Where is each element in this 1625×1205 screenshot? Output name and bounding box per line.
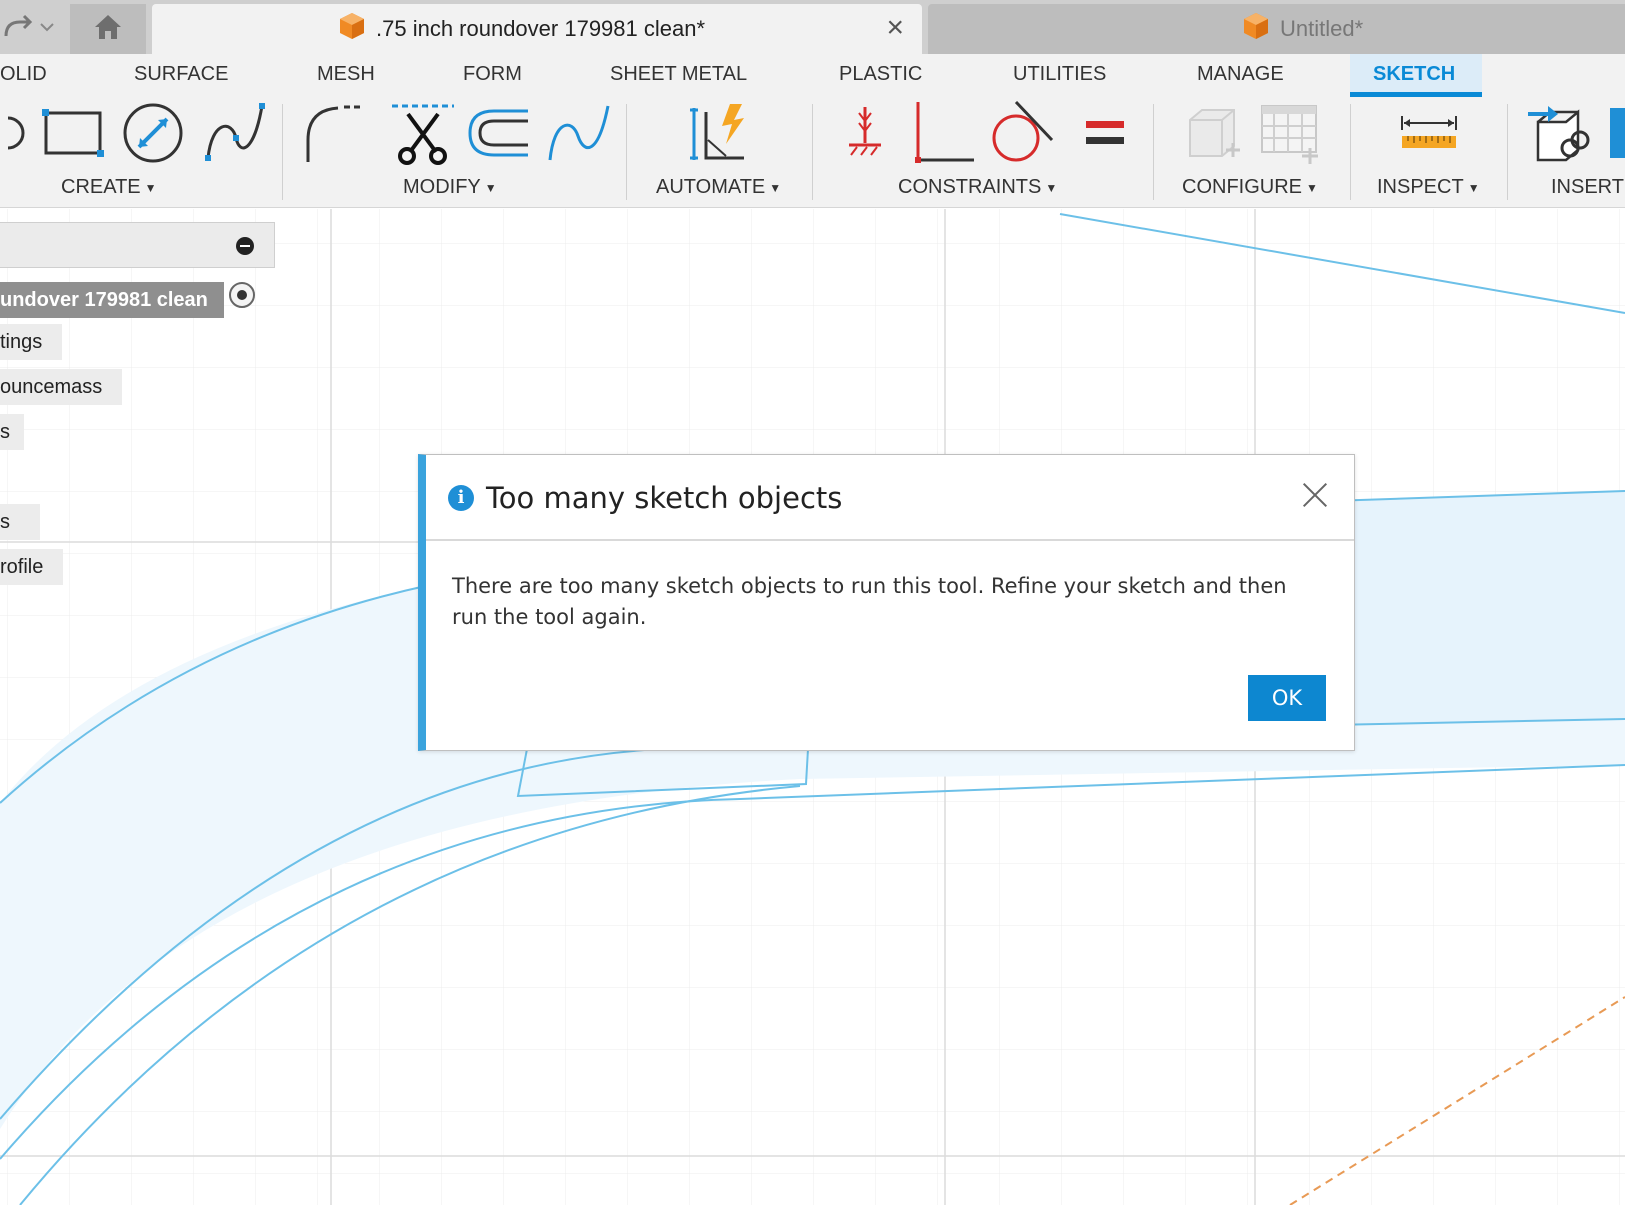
tab-surface[interactable]: SURFACE [134, 54, 228, 94]
configure-menu[interactable]: CONFIGURE ▼ [1182, 176, 1318, 199]
separator [812, 104, 813, 200]
automate-label: AUTOMATE [656, 176, 766, 198]
separator [1153, 104, 1154, 200]
tab-utilities[interactable]: UTILITIES [1013, 54, 1106, 94]
measure-ruler-icon[interactable] [1396, 100, 1462, 166]
trim-scissors-icon[interactable] [390, 100, 456, 166]
create-menu[interactable]: CREATE ▼ [61, 176, 157, 199]
document-tab-inactive[interactable]: Untitled* [928, 4, 1625, 54]
rectangle-icon[interactable] [40, 100, 106, 166]
home-icon [93, 13, 123, 46]
fillet-icon[interactable] [302, 100, 368, 166]
close-icon[interactable]: × [886, 13, 904, 43]
offset-icon[interactable] [466, 100, 532, 166]
active-tab-indicator [1350, 92, 1482, 97]
document-tab-title: .75 inch roundover 179981 clean* [376, 16, 706, 41]
modify-label: MODIFY [403, 176, 481, 198]
close-icon[interactable] [1300, 479, 1330, 509]
modify-menu[interactable]: MODIFY ▼ [403, 176, 497, 199]
separator [282, 104, 283, 200]
browser-root-component[interactable]: undover 179981 clean [0, 282, 224, 318]
message-dialog: i Too many sketch objects There are too … [418, 454, 1355, 751]
sketch-profile[interactable] [1330, 491, 1625, 725]
document-tab-bar: .75 inch roundover 179981 clean* × Untit… [0, 0, 1625, 54]
dialog-header: i Too many sketch objects [426, 455, 1354, 541]
chevron-down-icon[interactable] [40, 22, 54, 32]
insert-derive-icon[interactable] [1526, 100, 1592, 166]
redo-controls [0, 0, 66, 54]
tab-mesh[interactable]: MESH [317, 54, 375, 94]
constraints-menu[interactable]: CONSTRAINTS ▼ [898, 176, 1057, 199]
cube-icon [338, 11, 366, 47]
browser-item[interactable]: s [0, 414, 24, 450]
configure-table-icon[interactable] [1256, 100, 1322, 166]
tab-sheet-metal[interactable]: SHEET METAL [610, 54, 747, 94]
tab-sketch[interactable]: SKETCH [1373, 54, 1455, 94]
home-tab[interactable] [70, 4, 146, 54]
fix-constraint-icon[interactable] [832, 100, 898, 166]
automate-menu[interactable]: AUTOMATE ▼ [656, 176, 781, 199]
separator [1507, 104, 1508, 200]
tab-plastic[interactable]: PLASTIC [839, 54, 922, 94]
equal-constraint-icon[interactable] [1072, 100, 1138, 166]
perpendicular-constraint-icon[interactable] [910, 100, 976, 166]
create-label: CREATE [61, 176, 141, 198]
browser-item-bouncemass[interactable]: ouncemass [0, 369, 123, 405]
collapse-icon[interactable] [236, 237, 254, 255]
cube-icon [1242, 11, 1270, 47]
info-icon: i [448, 485, 474, 511]
configure-parameter-icon[interactable] [1180, 100, 1246, 166]
circle-partial-icon[interactable] [0, 100, 44, 166]
tab-form[interactable]: FORM [463, 54, 522, 94]
tab-solid[interactable]: OLID [0, 54, 47, 94]
inspect-label: INSPECT [1377, 176, 1464, 198]
activate-radio-icon[interactable] [229, 282, 255, 308]
document-tab-active[interactable]: .75 inch roundover 179981 clean* × [152, 4, 922, 54]
configure-label: CONFIGURE [1182, 176, 1302, 198]
ok-button[interactable]: OK [1248, 675, 1326, 721]
separator [626, 104, 627, 200]
separator [1350, 104, 1351, 200]
browser-item[interactable]: s [0, 504, 40, 540]
insert-label: INSERT [1551, 176, 1624, 198]
dialog-title: Too many sketch objects [486, 481, 843, 515]
inspect-menu[interactable]: INSPECT ▼ [1377, 176, 1480, 199]
tangent-constraint-icon[interactable] [988, 100, 1054, 166]
redo-icon[interactable] [2, 12, 36, 42]
dialog-message: There are too many sketch objects to run… [452, 574, 1287, 629]
browser-item-profile[interactable]: rofile [0, 549, 64, 585]
spline-modify-icon[interactable] [546, 100, 612, 166]
auto-dimension-icon[interactable] [686, 100, 752, 166]
tab-manage[interactable]: MANAGE [1197, 54, 1284, 94]
circle-diameter-icon[interactable] [120, 100, 186, 166]
spline-icon[interactable] [202, 100, 268, 166]
insert-menu[interactable]: INSERT [1551, 176, 1624, 199]
browser-item-settings[interactable]: tings [0, 324, 63, 360]
browser-header [0, 222, 275, 268]
constraints-label: CONSTRAINTS [898, 176, 1042, 198]
document-tab-title: Untitled* [1280, 16, 1364, 41]
insert-image-icon[interactable] [1600, 100, 1625, 166]
